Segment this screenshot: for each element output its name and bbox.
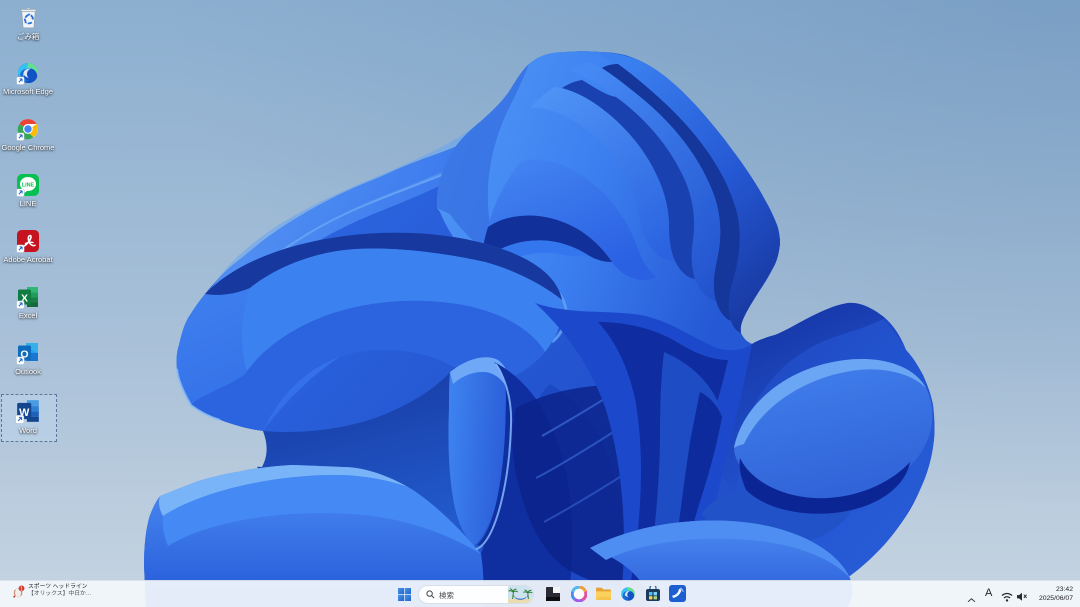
- svg-text:1: 1: [20, 586, 23, 592]
- svg-text:LINE: LINE: [22, 182, 35, 188]
